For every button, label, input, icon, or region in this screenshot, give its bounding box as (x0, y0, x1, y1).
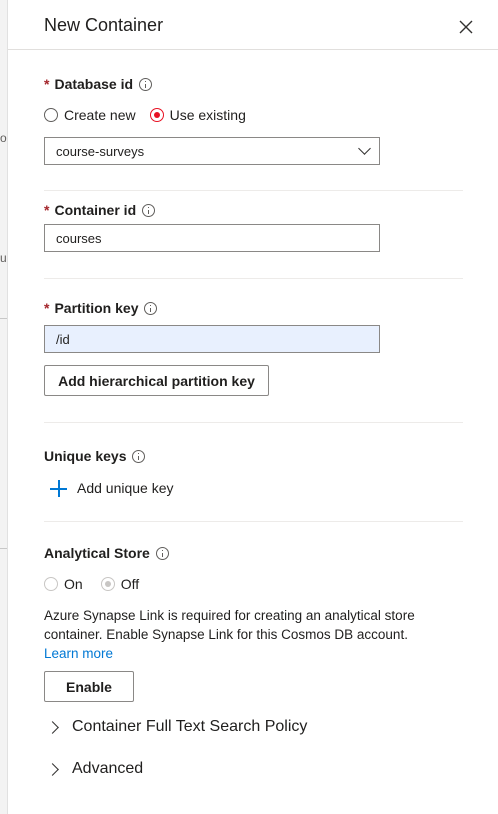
section-divider (44, 422, 463, 423)
partition-key-value: /id (56, 331, 70, 347)
background-divider (0, 548, 7, 549)
new-container-panel: New Container * Database id Create new U… (8, 0, 498, 814)
analytical-off-radio[interactable] (100, 577, 115, 591)
create-new-radio[interactable] (44, 108, 58, 122)
chevron-right-icon (46, 720, 59, 734)
info-icon[interactable] (142, 203, 156, 217)
panel-header: New Container (8, 0, 498, 50)
required-asterisk: * (44, 202, 50, 218)
advanced-label: Advanced (72, 760, 144, 777)
full-text-search-policy-section[interactable]: Container Full Text Search Policy (46, 718, 308, 736)
learn-more-link[interactable]: Learn more (44, 644, 464, 663)
create-new-label: Create new (64, 107, 136, 123)
add-unique-key-button[interactable]: Add unique key (50, 479, 174, 498)
use-existing-radio[interactable] (149, 108, 164, 122)
synapse-message-line: Azure Synapse Link is required for creat… (44, 608, 415, 623)
section-divider (44, 190, 463, 191)
container-id-label: * Container id (44, 202, 156, 218)
info-icon[interactable] (132, 449, 146, 463)
advanced-section[interactable]: Advanced (46, 760, 144, 778)
analytical-store-radio-group: On Off (44, 576, 153, 592)
partition-key-label: * Partition key (44, 300, 158, 316)
synapse-message-line: container. Enable Synapse Link for this … (44, 627, 408, 642)
database-mode-radio-group: Create new Use existing (44, 107, 260, 123)
database-id-value: course-surveys (56, 143, 145, 159)
section-divider (44, 278, 463, 279)
database-id-select[interactable]: course-surveys (44, 137, 380, 165)
plus-icon (50, 480, 67, 497)
use-existing-label: Use existing (169, 107, 246, 123)
info-icon[interactable] (144, 301, 158, 315)
background-page (0, 0, 8, 814)
info-icon[interactable] (155, 546, 169, 560)
chevron-right-icon (46, 762, 59, 776)
required-asterisk: * (44, 76, 50, 92)
container-id-value: courses (56, 230, 102, 246)
analytical-store-label: Analytical Store (44, 545, 169, 561)
unique-keys-label: Unique keys (44, 448, 146, 464)
add-unique-key-label: Add unique key (77, 480, 174, 496)
full-text-search-policy-label: Container Full Text Search Policy (72, 718, 308, 735)
partition-key-input[interactable]: /id (44, 325, 380, 353)
section-divider (44, 521, 463, 522)
background-text-fragment: o (0, 131, 7, 145)
container-id-input[interactable]: courses (44, 224, 380, 252)
required-asterisk: * (44, 300, 50, 316)
analytical-off-label: Off (120, 576, 140, 592)
info-icon[interactable] (139, 77, 153, 91)
close-icon[interactable] (458, 19, 474, 35)
chevron-down-icon (358, 142, 371, 155)
database-id-label: * Database id (44, 76, 153, 92)
background-text-fragment: u (0, 251, 7, 265)
background-divider (0, 318, 7, 319)
add-hierarchical-partition-key-button[interactable]: Add hierarchical partition key (44, 365, 269, 396)
synapse-link-message: Azure Synapse Link is required for creat… (44, 606, 464, 663)
enable-button[interactable]: Enable (44, 671, 134, 702)
panel-title: New Container (44, 15, 164, 35)
analytical-on-radio[interactable] (44, 577, 58, 591)
analytical-on-label: On (64, 576, 83, 592)
